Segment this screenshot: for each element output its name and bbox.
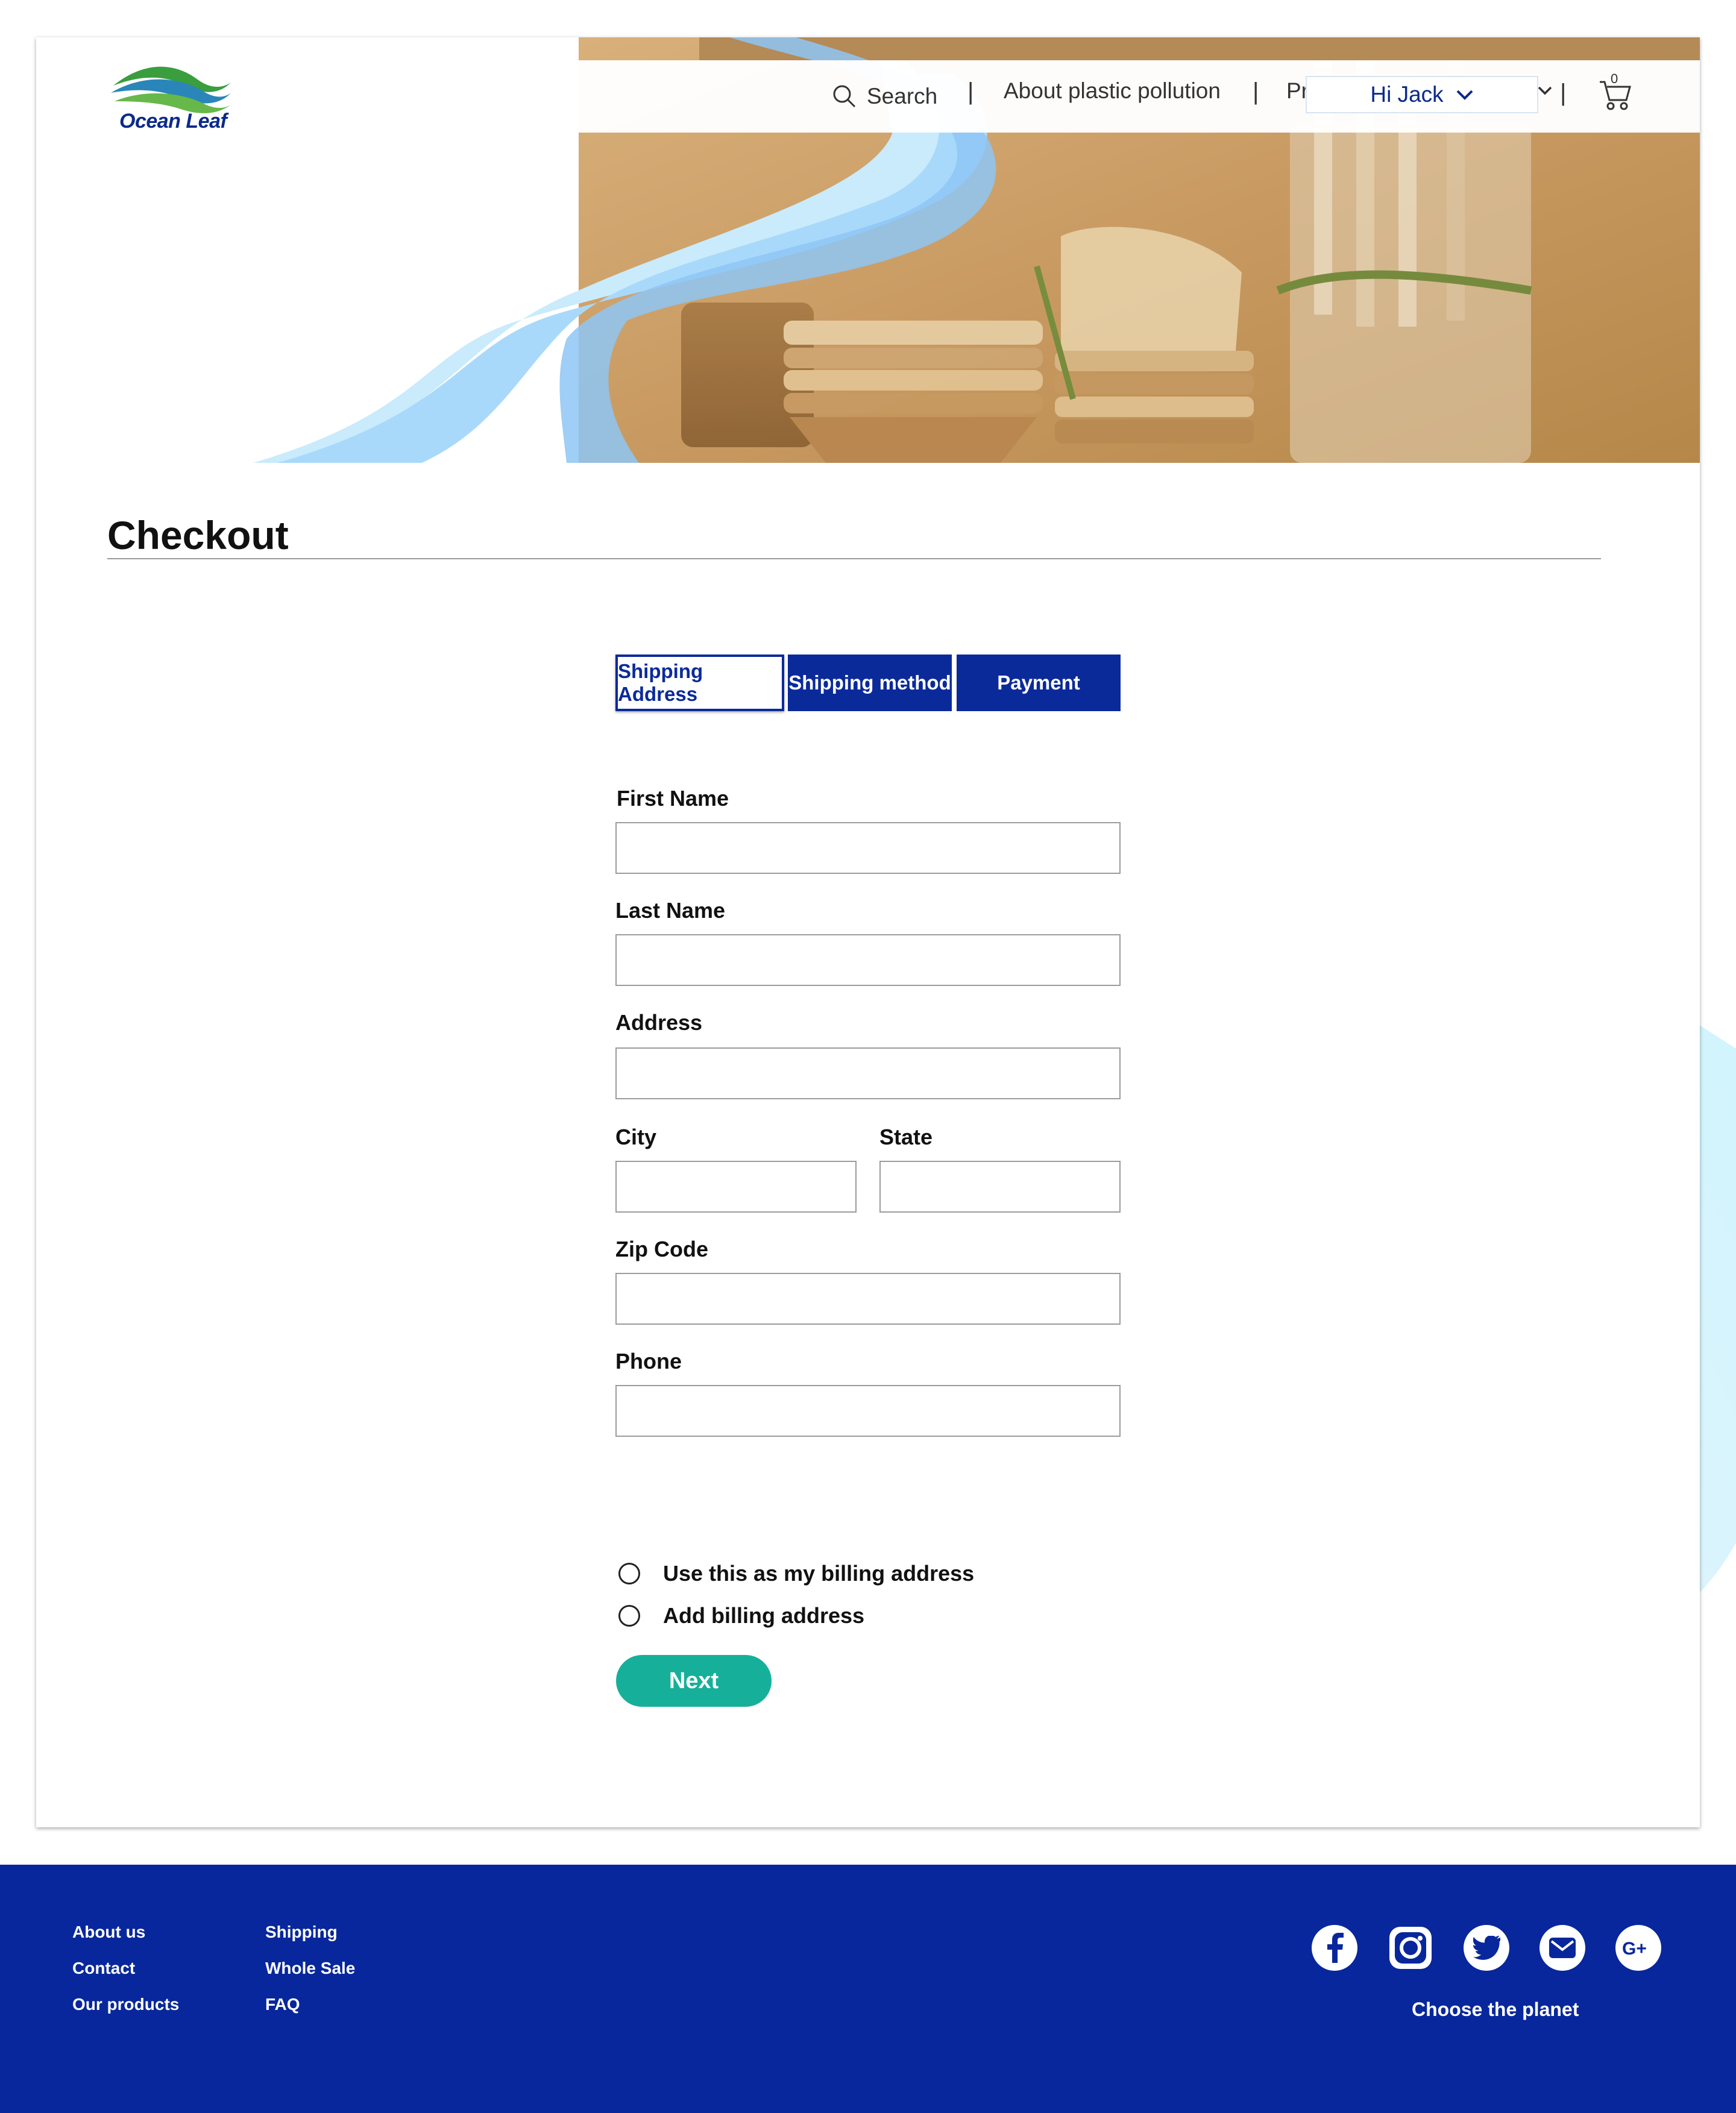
email-icon[interactable] bbox=[1539, 1925, 1585, 1971]
state-field[interactable] bbox=[879, 1161, 1121, 1213]
footer-link-whole-sale[interactable]: Whole Sale bbox=[265, 1959, 355, 1978]
wave-logo-icon bbox=[111, 66, 231, 113]
site-footer: About us Contact Our products Shipping W… bbox=[0, 1865, 1736, 2113]
checkout-card: Ocean Leaf Search | About plastic pollut… bbox=[36, 37, 1700, 1827]
chevron-down-icon[interactable] bbox=[1537, 86, 1553, 96]
billing-option-add[interactable]: Add billing address bbox=[618, 1603, 864, 1628]
footer-link-contact[interactable]: Contact bbox=[72, 1959, 135, 1978]
user-menu-dropdown[interactable]: Hi Jack bbox=[1306, 76, 1538, 113]
footer-tagline: Choose the planet bbox=[1412, 1998, 1579, 2020]
footer-link-shipping[interactable]: Shipping bbox=[265, 1923, 338, 1942]
city-field[interactable] bbox=[615, 1161, 857, 1213]
tab-shipping-method[interactable]: Shipping method bbox=[788, 655, 952, 711]
address-label: Address bbox=[615, 1010, 703, 1035]
nav-separator: | bbox=[1560, 80, 1567, 106]
billing-option-label: Use this as my billing address bbox=[663, 1561, 975, 1586]
checkout-steps: Shipping Address Shipping method Payment bbox=[615, 655, 1121, 711]
radio-button[interactable] bbox=[618, 1563, 640, 1584]
footer-link-our-products[interactable]: Our products bbox=[72, 1995, 179, 2014]
nav-separator: | bbox=[967, 78, 974, 105]
user-greeting: Hi Jack bbox=[1370, 82, 1444, 107]
phone-field[interactable] bbox=[615, 1385, 1121, 1437]
next-button[interactable]: Next bbox=[616, 1655, 772, 1707]
footer-link-about-us[interactable]: About us bbox=[72, 1923, 145, 1942]
first-name-label: First Name bbox=[617, 786, 729, 811]
nav-separator: | bbox=[1253, 78, 1259, 105]
billing-option-use-shipping[interactable]: Use this as my billing address bbox=[618, 1561, 974, 1586]
search-icon bbox=[833, 85, 856, 108]
google-plus-icon[interactable]: G+ bbox=[1615, 1925, 1661, 1971]
address-field[interactable] bbox=[615, 1047, 1121, 1099]
page-title: Checkout bbox=[107, 513, 289, 557]
last-name-label: Last Name bbox=[615, 898, 726, 923]
instagram-icon[interactable] bbox=[1388, 1925, 1433, 1971]
nav-search[interactable]: Search bbox=[832, 78, 937, 115]
title-divider bbox=[107, 558, 1601, 559]
shopping-cart-icon[interactable] bbox=[1597, 74, 1631, 112]
nav-about-plastic-pollution[interactable]: About plastic pollution bbox=[1004, 78, 1221, 115]
facebook-icon[interactable] bbox=[1312, 1925, 1357, 1971]
radio-button[interactable] bbox=[618, 1605, 640, 1627]
state-label: State bbox=[879, 1125, 933, 1149]
footer-link-faq[interactable]: FAQ bbox=[265, 1995, 300, 2014]
tab-payment[interactable]: Payment bbox=[957, 655, 1121, 711]
chevron-down-icon bbox=[1456, 90, 1473, 100]
svg-text:G+: G+ bbox=[1622, 1939, 1647, 1957]
last-name-field[interactable] bbox=[615, 934, 1121, 986]
first-name-field[interactable] bbox=[615, 822, 1121, 874]
tab-shipping-address[interactable]: Shipping Address bbox=[615, 655, 784, 711]
phone-label: Phone bbox=[615, 1349, 682, 1374]
billing-option-label: Add billing address bbox=[663, 1603, 865, 1628]
brand-name: Ocean Leaf bbox=[119, 110, 227, 133]
twitter-icon[interactable] bbox=[1464, 1925, 1509, 1971]
zip-code-field[interactable] bbox=[615, 1273, 1121, 1325]
city-label: City bbox=[615, 1125, 657, 1149]
zip-code-label: Zip Code bbox=[615, 1237, 708, 1261]
search-label: Search bbox=[867, 84, 938, 108]
